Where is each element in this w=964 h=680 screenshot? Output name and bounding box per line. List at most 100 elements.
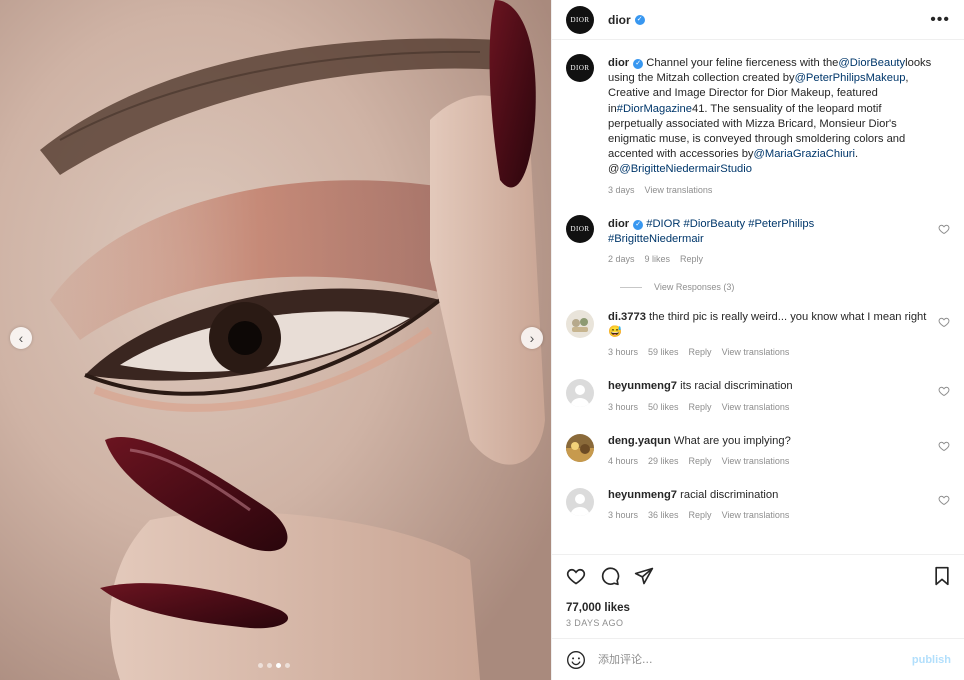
like-comment-heart-icon[interactable]	[938, 494, 950, 506]
comment-body: racial discrimination	[677, 488, 779, 501]
comment-username[interactable]: heyunmeng7	[608, 489, 677, 501]
comment-username[interactable]: di.3773	[608, 311, 646, 323]
comment-body: the third pic is really weird... you kno…	[645, 311, 927, 324]
default-avatar-icon	[566, 487, 594, 516]
post-timestamp: 3 DAYS AGO	[566, 618, 624, 628]
mention-link[interactable]: @DiorBeauty	[838, 57, 905, 69]
comment-text: deng.yaqun What are you implying?	[608, 434, 938, 449]
avatar[interactable]: DIOR	[566, 214, 594, 243]
like-comment-heart-icon[interactable]	[938, 316, 950, 328]
reply-button[interactable]: Reply	[680, 254, 703, 264]
default-avatar-icon	[566, 379, 594, 408]
avatar-text: DIOR	[570, 15, 590, 24]
mention-link[interactable]: @MariaGraziaChiuri	[754, 148, 856, 160]
comment-text: heyunmeng7 its racial discrimination	[608, 379, 938, 394]
avatar[interactable]: DIOR	[566, 54, 594, 82]
comment-body: What are you implying?	[670, 434, 791, 447]
chevron-right-icon: ›	[529, 330, 535, 346]
hashtag-link[interactable]: #BrigitteNiedermair	[608, 233, 704, 245]
reply-button[interactable]: Reply	[689, 402, 712, 412]
post-author-username[interactable]: dior	[608, 13, 631, 27]
comment-meta: 3 hours 50 likes Reply View translations	[608, 402, 938, 412]
next-slide-button[interactable]: ›	[521, 327, 543, 349]
comment-item: di.3773 the third pic is really weird...…	[566, 310, 950, 357]
view-translations-button[interactable]: View translations	[645, 185, 713, 195]
add-comment-bar: publish	[552, 638, 964, 680]
timestamp: 3 days	[608, 184, 635, 195]
avatar[interactable]: DIOR	[566, 5, 594, 34]
reply-button[interactable]: Reply	[689, 456, 712, 466]
caption-segment: Channel your feline fierceness with the	[643, 57, 839, 69]
hashtag-link[interactable]: #DiorMagazine	[617, 103, 692, 115]
publish-button[interactable]: publish	[912, 654, 951, 666]
view-responses-label: View Responses (3)	[654, 282, 735, 293]
avatar[interactable]	[566, 379, 594, 408]
view-translations-button[interactable]: View translations	[722, 456, 790, 466]
view-responses-button[interactable]: View Responses (3)	[620, 282, 950, 292]
verified-badge-icon: ✓	[634, 14, 645, 25]
verified-badge-icon: ✓	[633, 219, 644, 230]
emoji-smiley-icon[interactable]	[566, 650, 586, 670]
caption-meta: 3 days View translations	[608, 185, 938, 195]
comment-meta: 4 hours 29 likes Reply View translations	[608, 456, 938, 466]
bookmark-save-icon[interactable]	[933, 566, 951, 586]
like-comment-heart-icon[interactable]	[938, 385, 950, 397]
avatar-text: DIOR	[570, 64, 590, 72]
post-header: DIOR dior ✓ •••	[552, 0, 964, 40]
comment-item: deng.yaqun What are you implying? 4 hour…	[566, 433, 950, 466]
comment-meta: 3 hours 36 likes Reply View translations	[608, 510, 938, 520]
comment-item: DIOR dior ✓ #DIOR #DiorBeauty #PeterPhili…	[566, 214, 950, 264]
reply-button[interactable]: Reply	[689, 510, 712, 520]
share-send-icon[interactable]	[634, 566, 654, 586]
post-side-panel: DIOR dior ✓ ••• DIOR dior ✓ Channel your …	[551, 0, 964, 680]
action-icons	[566, 565, 951, 587]
caption-username[interactable]: dior	[608, 57, 629, 69]
hashtag-link[interactable]: #PeterPhilips	[745, 218, 814, 230]
view-translations-button[interactable]: View translations	[722, 402, 790, 412]
comment-likes-count[interactable]: 29 likes	[648, 456, 679, 466]
avatar[interactable]	[566, 310, 594, 339]
verified-badge-icon: ✓	[633, 59, 644, 69]
comment-username[interactable]: deng.yaqun	[608, 435, 671, 447]
hashtag-link[interactable]: #DiorBeauty	[680, 218, 746, 230]
timestamp: 4 hours	[608, 455, 639, 466]
post-image[interactable]: ‹ ›	[0, 0, 551, 680]
view-translations-button[interactable]: View translations	[722, 510, 790, 520]
avatar[interactable]	[566, 487, 594, 516]
like-comment-heart-icon[interactable]	[938, 223, 950, 235]
previous-slide-button[interactable]: ‹	[10, 327, 32, 349]
reply-button[interactable]: Reply	[689, 347, 712, 357]
likes-count[interactable]: 77,000 likes	[566, 602, 951, 614]
carousel-dot-active	[276, 663, 281, 668]
comment-input[interactable]	[598, 653, 898, 666]
timestamp: 3 hours	[608, 510, 639, 521]
comment-likes-count[interactable]: 59 likes	[648, 347, 679, 357]
comment-username[interactable]: dior	[608, 218, 629, 230]
mention-link[interactable]: @BrigitteNiedermairStudio	[619, 163, 752, 175]
mention-link[interactable]: @PeterPhilipsMakeup	[795, 72, 906, 84]
comment-item: heyunmeng7 its racial discrimination 3 h…	[566, 379, 950, 412]
caption: DIOR dior ✓ Channel your feline fiercenes…	[566, 54, 950, 195]
comment-likes-count[interactable]: 36 likes	[648, 510, 679, 520]
comment-username[interactable]: heyunmeng7	[608, 380, 677, 392]
comment-meta: 3 hours 59 likes Reply View translations	[608, 347, 938, 357]
more-options-icon[interactable]: •••	[930, 11, 950, 29]
comment-text: dior ✓ #DIOR #DiorBeauty #PeterPhilips #Br…	[608, 217, 938, 247]
comment-bubble-icon[interactable]	[600, 566, 620, 586]
eye-closeup-photo	[0, 0, 551, 680]
comment-likes-count[interactable]: 9 likes	[645, 254, 671, 264]
timestamp: 3 hours	[608, 401, 639, 412]
comment-item: heyunmeng7 racial discrimination 3 hours…	[566, 487, 950, 520]
caption-text: dior ✓ Channel your feline fierceness wit…	[608, 56, 938, 178]
hashtag-link[interactable]: #DIOR	[643, 218, 680, 230]
comment-body: its racial discrimination	[677, 380, 793, 393]
avatar-text: DIOR	[570, 224, 590, 233]
carousel-dot	[285, 663, 290, 668]
caption-segment: .	[855, 148, 859, 161]
like-comment-heart-icon[interactable]	[938, 440, 950, 452]
like-heart-icon[interactable]	[566, 566, 586, 586]
view-translations-button[interactable]: View translations	[722, 347, 790, 357]
avatar[interactable]	[566, 433, 594, 462]
comment-likes-count[interactable]: 50 likes	[648, 402, 679, 412]
comments-list[interactable]: DIOR dior ✓ Channel your feline fiercenes…	[552, 40, 964, 553]
